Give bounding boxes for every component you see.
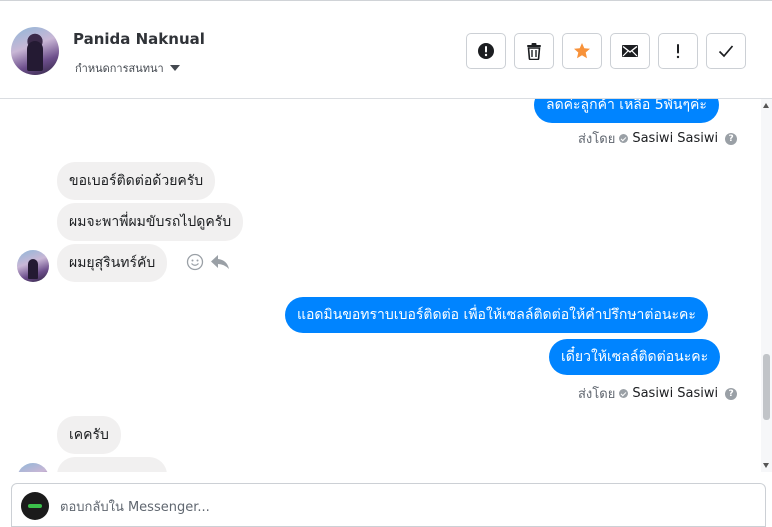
message-bubble-incoming[interactable]: ผมยุสุรินทร์คับ	[57, 244, 168, 282]
assign-conversation-dropdown[interactable]: กำหนดการสนทนา	[75, 59, 180, 77]
contact-avatar-small[interactable]	[17, 463, 49, 472]
message-bubble-incoming[interactable]: ขอเบอร์ติดต่อด้วยครับ	[57, 162, 216, 200]
envelope-icon	[622, 45, 638, 57]
sent-by-label: ส่งโดย Sasiwi Sasiwi ?	[578, 128, 738, 149]
exclamation-circle-icon	[478, 43, 494, 59]
message-bubble-outgoing[interactable]: ลดค่ะลูกค้า เหลือ 5พันๆค่ะ	[534, 99, 719, 123]
message-bubble-outgoing[interactable]: แอดมินขอทราบเบอร์ติดต่อ เพื่อให้เซลล์ติด…	[285, 297, 708, 333]
message-bubble-incoming[interactable]: เคครับ	[57, 416, 121, 454]
help-icon[interactable]: ?	[725, 387, 738, 400]
emoji-reaction-icon[interactable]	[186, 253, 204, 271]
message-thread[interactable]: ลดค่ะลูกค้า เหลือ 5พันๆค่ะ ส่งโดย Sasiwi…	[0, 99, 772, 472]
star-button[interactable]	[562, 33, 602, 69]
message-bubble-incoming[interactable]: ผมจะพาพี่ผมขับรถไปดูครับ	[57, 203, 244, 241]
contact-avatar-small[interactable]	[17, 250, 49, 282]
delete-button[interactable]	[514, 33, 554, 69]
checkmark-icon	[718, 45, 734, 58]
sent-by-prefix: ส่งโดย	[578, 387, 616, 402]
header-actions	[466, 33, 746, 69]
contact-name[interactable]: Panida Naknual	[73, 30, 205, 48]
exclamation-icon	[676, 44, 680, 59]
trash-icon	[527, 43, 541, 60]
sent-by-name[interactable]: Sasiwi Sasiwi	[632, 386, 718, 401]
sent-by-prefix: ส่งโดย	[578, 132, 616, 147]
conversation-header: Panida Naknual กำหนดการสนทนา	[0, 3, 772, 99]
reply-composer	[11, 483, 766, 527]
sent-by-label: ส่งโดย Sasiwi Sasiwi ?	[578, 383, 738, 404]
message-bubble-incoming[interactable]	[57, 457, 167, 472]
star-icon	[574, 43, 590, 59]
sent-check-icon	[619, 389, 629, 398]
scrollbar-thumb[interactable]	[763, 354, 770, 420]
mark-unread-button[interactable]	[610, 33, 650, 69]
reply-icon[interactable]	[210, 254, 230, 270]
sent-check-icon	[619, 134, 629, 143]
follow-up-button[interactable]	[658, 33, 698, 69]
help-icon[interactable]: ?	[725, 132, 738, 145]
thread-scrollbar[interactable]	[761, 99, 772, 472]
sent-by-name[interactable]: Sasiwi Sasiwi	[632, 131, 718, 146]
caret-down-icon	[169, 65, 180, 71]
scroll-down-arrow-icon[interactable]	[763, 463, 769, 468]
spam-button[interactable]	[466, 33, 506, 69]
page-avatar	[21, 492, 49, 520]
assign-conversation-label: กำหนดการสนทนา	[75, 62, 164, 75]
message-bubble-outgoing[interactable]: เดี๋ยวให้เซลล์ติดต่อนะคะ	[549, 339, 721, 375]
contact-avatar[interactable]	[11, 27, 59, 75]
done-button[interactable]	[706, 33, 746, 69]
reply-input[interactable]	[60, 497, 750, 517]
scroll-up-arrow-icon[interactable]	[763, 103, 769, 108]
message-actions	[186, 253, 230, 271]
